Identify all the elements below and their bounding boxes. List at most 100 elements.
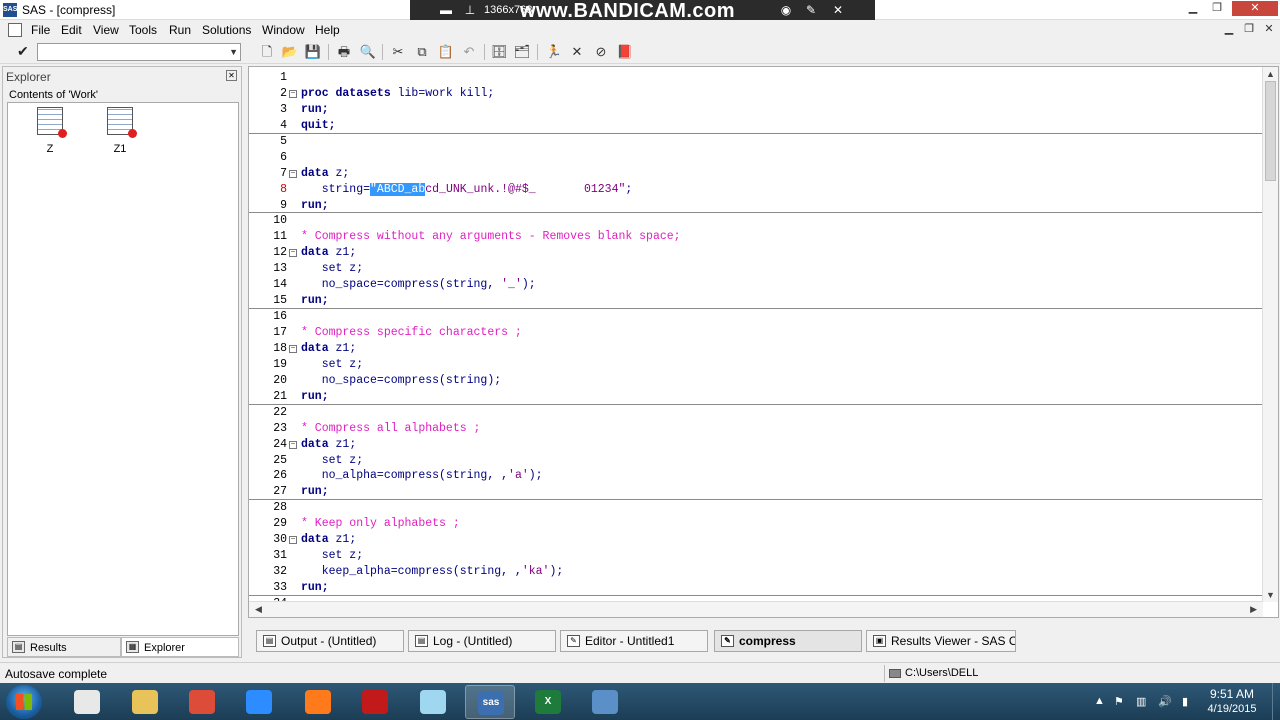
- code-text[interactable]: data z1;: [301, 532, 356, 548]
- cut-icon[interactable]: ✂: [389, 43, 407, 61]
- chevron-down-icon[interactable]: ▼: [229, 44, 238, 60]
- clock-date[interactable]: 4/19/2015: [1206, 703, 1258, 715]
- code-text[interactable]: quit;: [301, 118, 336, 134]
- code-line[interactable]: 7− data z;: [249, 166, 1263, 182]
- code-line[interactable]: 24− data z1;: [249, 437, 1263, 453]
- menu-run[interactable]: Run: [169, 23, 191, 37]
- new-icon[interactable]: 🗋: [258, 43, 276, 61]
- taskbar-chrome-app[interactable]: [177, 685, 227, 719]
- tab-editor-untitled1[interactable]: ✎ Editor - Untitled1: [560, 630, 708, 652]
- code-line[interactable]: 12− data z1;: [249, 245, 1263, 261]
- taskbar-firefox-app[interactable]: [293, 685, 343, 719]
- document-icon[interactable]: [8, 23, 22, 37]
- explorer-close-icon[interactable]: ✕: [226, 70, 237, 81]
- code-line[interactable]: 20 no_space=compress(string);: [249, 373, 1263, 389]
- code-text[interactable]: * Compress specific characters ;: [301, 325, 522, 341]
- code-text[interactable]: run;: [301, 580, 329, 596]
- code-line[interactable]: 13 set z;: [249, 261, 1263, 277]
- code-line[interactable]: 4 quit;: [249, 118, 1263, 134]
- code-line[interactable]: 27 run;: [249, 484, 1263, 501]
- code-line[interactable]: 33 run;: [249, 580, 1263, 596]
- menu-tools[interactable]: Tools: [129, 23, 157, 37]
- code-line[interactable]: 17 * Compress specific characters ;: [249, 325, 1263, 341]
- current-folder[interactable]: C:\Users\DELL: [884, 665, 1184, 682]
- taskbar-notes-app[interactable]: [408, 685, 458, 719]
- code-line[interactable]: 1: [249, 70, 1263, 86]
- code-line[interactable]: 8 string="ABCD_abcd_UNK_unk.!@#$_ 01234"…: [249, 182, 1263, 198]
- code-line[interactable]: 14 no_space=compress(string, '_');: [249, 277, 1263, 293]
- save-icon[interactable]: 💾: [304, 43, 322, 61]
- code-line[interactable]: 16: [249, 309, 1263, 325]
- code-line[interactable]: 28: [249, 500, 1263, 516]
- undo-icon[interactable]: ↶: [460, 43, 478, 61]
- minimize-recorder-icon[interactable]: ▬: [438, 3, 454, 17]
- print-icon[interactable]: 🖶: [335, 43, 353, 61]
- tab-log[interactable]: ▤ Log - (Untitled): [408, 630, 556, 652]
- taskbar-recorder-app[interactable]: [350, 685, 400, 719]
- menu-solutions[interactable]: Solutions: [202, 23, 251, 37]
- menu-window[interactable]: Window: [262, 23, 305, 37]
- code-text[interactable]: set z;: [301, 548, 363, 564]
- code-line[interactable]: 30− data z1;: [249, 532, 1263, 548]
- code-text[interactable]: no_space=compress(string);: [301, 373, 501, 389]
- code-text[interactable]: string="ABCD_abcd_UNK_unk.!@#$_ 01234";: [301, 182, 632, 198]
- pin-icon[interactable]: ⊥: [462, 3, 478, 17]
- collapse-icon[interactable]: −: [289, 536, 297, 545]
- code-line[interactable]: 6: [249, 150, 1263, 166]
- restore-icon[interactable]: ❐: [1206, 1, 1228, 16]
- scroll-left-icon[interactable]: ◀: [255, 604, 262, 615]
- code-text[interactable]: run;: [301, 293, 329, 309]
- scroll-up-icon[interactable]: ▲: [1266, 69, 1275, 79]
- horizontal-scrollbar[interactable]: ◀ ▶: [249, 601, 1263, 617]
- show-hidden-icons-icon[interactable]: ▲: [1094, 695, 1105, 707]
- code-text[interactable]: * Compress without any arguments - Remov…: [301, 229, 681, 245]
- program-editor[interactable]: 1 2− proc datasets lib=work kill; 3 run; 4 qui…: [248, 66, 1279, 618]
- taskbar-sas-app[interactable]: sas: [465, 685, 515, 719]
- clock-time[interactable]: 9:51 AM: [1206, 687, 1258, 701]
- taskbar-zoom-app[interactable]: [234, 685, 284, 719]
- code-text[interactable]: no_space=compress(string, '_');: [301, 277, 536, 293]
- code-line[interactable]: 3 run;: [249, 102, 1263, 118]
- menu-help[interactable]: Help: [315, 23, 340, 37]
- collapse-icon[interactable]: −: [289, 169, 297, 178]
- code-text[interactable]: data z1;: [301, 341, 356, 357]
- code-text[interactable]: set z;: [301, 261, 363, 277]
- help-icon[interactable]: 📕: [616, 43, 634, 61]
- code-line[interactable]: 10: [249, 213, 1263, 229]
- code-line[interactable]: 21 run;: [249, 389, 1263, 405]
- code-area[interactable]: 1 2− proc datasets lib=work kill; 3 run; 4 qui…: [249, 70, 1263, 602]
- break-icon[interactable]: ⊘: [592, 43, 610, 61]
- code-text[interactable]: set z;: [301, 453, 363, 469]
- code-text[interactable]: no_alpha=compress(string, ,'a');: [301, 468, 543, 484]
- scroll-right-icon[interactable]: ▶: [1250, 604, 1257, 615]
- code-line[interactable]: 26 no_alpha=compress(string, ,'a');: [249, 468, 1263, 484]
- camera-icon[interactable]: ◉: [778, 3, 794, 17]
- explorer-icon[interactable]: 🗂: [513, 43, 531, 61]
- code-line[interactable]: 31 set z;: [249, 548, 1263, 564]
- code-line[interactable]: 5: [249, 134, 1263, 150]
- minimize-icon[interactable]: ▁: [1182, 1, 1204, 16]
- tab-compress[interactable]: ✎ compress: [714, 630, 862, 652]
- tab-explorer[interactable]: ▦ Explorer: [121, 637, 239, 657]
- code-line[interactable]: 32 keep_alpha=compress(string, ,'ka');: [249, 564, 1263, 580]
- code-line[interactable]: 22: [249, 405, 1263, 421]
- code-text[interactable]: data z1;: [301, 437, 356, 453]
- action-center-icon[interactable]: ⚑: [1114, 695, 1124, 708]
- code-line[interactable]: 9 run;: [249, 198, 1263, 214]
- start-button[interactable]: [6, 685, 42, 719]
- code-text[interactable]: data z1;: [301, 245, 356, 261]
- submit-command-icon[interactable]: ✔: [17, 43, 29, 60]
- menu-file[interactable]: File: [31, 23, 50, 37]
- scroll-thumb[interactable]: [1265, 81, 1276, 181]
- child-minimize-icon[interactable]: ▁: [1218, 22, 1240, 37]
- volume-icon[interactable]: 🔊: [1158, 695, 1172, 708]
- code-text[interactable]: * Compress all alphabets ;: [301, 421, 480, 437]
- code-line[interactable]: 11 * Compress without any arguments - Rem…: [249, 229, 1263, 245]
- scroll-down-icon[interactable]: ▼: [1266, 590, 1275, 600]
- collapse-icon[interactable]: −: [289, 249, 297, 258]
- collapse-icon[interactable]: −: [289, 440, 297, 449]
- copy-icon[interactable]: ⧉: [413, 43, 431, 61]
- command-box[interactable]: ▼: [37, 43, 241, 61]
- child-restore-icon[interactable]: ❐: [1238, 22, 1260, 37]
- taskbar-notepad-app[interactable]: [62, 685, 112, 719]
